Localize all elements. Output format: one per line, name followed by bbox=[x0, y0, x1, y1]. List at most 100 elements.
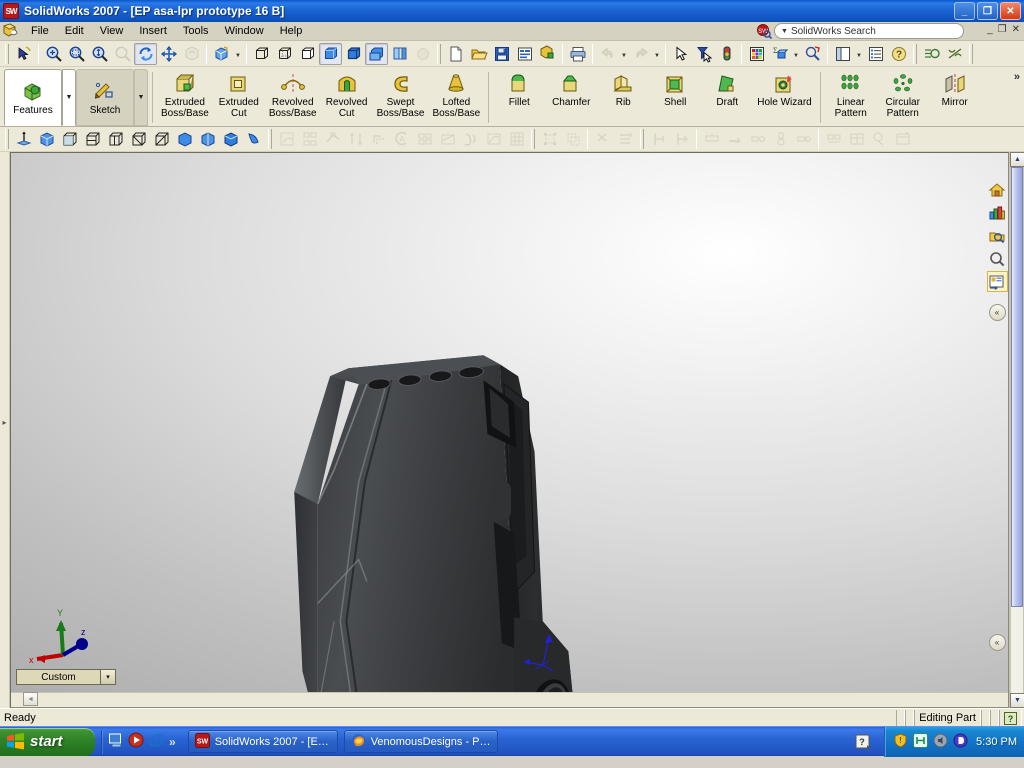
undo-dropdown[interactable]: ▼ bbox=[619, 43, 629, 65]
print-icon[interactable] bbox=[566, 43, 589, 65]
display-style-wireframe-icon[interactable] bbox=[250, 43, 273, 65]
standard-views-iso-icon[interactable] bbox=[173, 128, 196, 150]
status-help-button[interactable]: ? bbox=[999, 710, 1022, 726]
measure-icon[interactable]: Σ bbox=[768, 43, 791, 65]
shadows-icon[interactable] bbox=[411, 43, 434, 65]
configuration-dropdown-arrow[interactable]: ▾ bbox=[100, 670, 115, 684]
revolved-boss-base-button[interactable]: Revolved Boss/Base bbox=[265, 69, 321, 126]
pan-icon[interactable] bbox=[157, 43, 180, 65]
viewport-vertical-scrollbar[interactable]: ▲ ▼ bbox=[1009, 152, 1024, 708]
task-firefox[interactable]: VenomousDesigns - P… bbox=[343, 730, 498, 753]
new-motion-study-icon[interactable] bbox=[723, 128, 746, 150]
measure-dropdown[interactable]: ▼ bbox=[791, 43, 801, 65]
mirror-entities-icon[interactable] bbox=[413, 128, 436, 150]
draft-button[interactable]: Draft bbox=[701, 69, 753, 126]
toolbar-grip[interactable] bbox=[969, 43, 973, 64]
feature-manager-expand-handle[interactable]: ▸ bbox=[1, 407, 8, 437]
pack-and-go-icon[interactable] bbox=[536, 43, 559, 65]
realview-graphics-icon[interactable] bbox=[388, 43, 411, 65]
convert-entities-icon[interactable]: A bbox=[390, 128, 413, 150]
interference-detection-icon[interactable] bbox=[700, 128, 723, 150]
media-player-icon[interactable] bbox=[128, 732, 144, 751]
display-style-shaded-icon[interactable] bbox=[319, 42, 342, 65]
start-button[interactable]: start bbox=[0, 727, 95, 756]
display-manager-panel-icon[interactable] bbox=[987, 202, 1008, 223]
display-manager-dropdown[interactable]: ▼ bbox=[854, 43, 864, 65]
window-close-button[interactable]: ✕ bbox=[1000, 2, 1021, 20]
standard-views-back-icon[interactable] bbox=[58, 128, 81, 150]
zoom-in-out-icon[interactable] bbox=[88, 43, 111, 65]
assembly-mate-icon[interactable] bbox=[591, 128, 614, 150]
scroll-up-button[interactable]: ▲ bbox=[1010, 152, 1024, 167]
redo-icon[interactable] bbox=[629, 43, 652, 65]
hole-wizard-button[interactable]: Hole Wizard bbox=[753, 69, 815, 126]
mirror-button[interactable]: Mirror bbox=[929, 69, 981, 126]
scroll-down-button[interactable]: ▼ bbox=[1010, 693, 1024, 708]
zoom-to-selection-icon[interactable] bbox=[111, 43, 134, 65]
circular-pattern-button[interactable]: Circular Pattern bbox=[877, 69, 929, 126]
rib-button[interactable]: Rib bbox=[597, 69, 649, 126]
quicklaunch-overflow-icon[interactable]: » bbox=[169, 735, 176, 749]
tray-volume-icon[interactable] bbox=[933, 733, 948, 751]
part-model-3d[interactable] bbox=[11, 153, 1008, 707]
smart-fasteners-icon[interactable] bbox=[822, 128, 845, 150]
extruded-cut-button[interactable]: Extruded Cut bbox=[213, 69, 265, 126]
fillet-button[interactable]: Fillet bbox=[493, 69, 545, 126]
menu-item-view[interactable]: View bbox=[92, 23, 132, 40]
chamfer-button[interactable]: Chamfer bbox=[545, 69, 597, 126]
custom-properties-icon[interactable] bbox=[986, 271, 1008, 292]
toolbar-grip[interactable] bbox=[640, 129, 644, 149]
construction-geometry-icon[interactable] bbox=[482, 128, 505, 150]
graphics-viewport[interactable]: x Y z « « Custom ▾ ◄ bbox=[10, 152, 1009, 708]
view-orientation-icon[interactable] bbox=[210, 43, 233, 65]
reference-geometry-icon[interactable] bbox=[12, 128, 35, 150]
display-style-shaded-with-edges-icon[interactable] bbox=[342, 43, 365, 65]
tab-sketch-caret[interactable]: ▼ bbox=[134, 69, 148, 126]
section-properties-icon[interactable] bbox=[801, 43, 824, 65]
tab-sketch[interactable]: Sketch bbox=[76, 69, 134, 126]
lofted-boss-base-button[interactable]: Lofted Boss/Base bbox=[428, 69, 484, 126]
toolbar-grip[interactable] bbox=[5, 43, 9, 64]
bill-of-materials-icon[interactable] bbox=[845, 128, 868, 150]
search-dropdown-caret[interactable]: ▼ bbox=[781, 28, 788, 35]
open-document-icon[interactable] bbox=[467, 43, 490, 65]
linear-sketch-pattern-icon[interactable] bbox=[344, 128, 367, 150]
standard-views-front-icon[interactable] bbox=[35, 128, 58, 150]
save-icon[interactable] bbox=[490, 43, 513, 65]
shell-button[interactable]: Shell bbox=[649, 69, 701, 126]
search-panel-icon[interactable] bbox=[987, 248, 1008, 269]
scroll-thumb[interactable] bbox=[1011, 167, 1023, 607]
appearances-icon[interactable] bbox=[987, 225, 1008, 246]
internet-explorer-icon[interactable]: e bbox=[148, 732, 165, 752]
display-grid-icon[interactable] bbox=[505, 128, 528, 150]
add-relation-icon[interactable] bbox=[321, 128, 344, 150]
viewport-panel-collapse-top[interactable]: « bbox=[988, 304, 1006, 321]
standard-views-left-icon[interactable] bbox=[81, 128, 104, 150]
toolbar-grip[interactable] bbox=[5, 129, 9, 149]
command-manager-overflow[interactable]: » bbox=[1014, 71, 1020, 83]
simulation-icon[interactable] bbox=[746, 128, 769, 150]
tray-network-icon[interactable] bbox=[913, 733, 929, 751]
3d-drawing-view-icon[interactable] bbox=[180, 43, 203, 65]
rotate-component-icon[interactable] bbox=[647, 128, 670, 150]
smart-dimension-icon[interactable] bbox=[298, 128, 321, 150]
display-manager-icon[interactable] bbox=[831, 43, 854, 65]
toolbar-grip[interactable] bbox=[531, 129, 535, 149]
menu-item-tools[interactable]: Tools bbox=[175, 23, 217, 40]
rotate-view-icon[interactable] bbox=[134, 42, 157, 65]
search-input[interactable]: ▼ SolidWorks Search bbox=[774, 23, 964, 39]
display-style-hidden-lines-removed-icon[interactable] bbox=[296, 43, 319, 65]
tray-update-icon[interactable] bbox=[953, 733, 968, 751]
view-home-icon[interactable] bbox=[987, 179, 1008, 200]
balloon-icon[interactable] bbox=[868, 128, 891, 150]
filter-icon[interactable] bbox=[692, 43, 715, 65]
trim-entities-icon[interactable] bbox=[436, 128, 459, 150]
linear-pattern-button[interactable]: Linear Pattern bbox=[825, 69, 877, 126]
scroll-track[interactable] bbox=[1010, 167, 1024, 693]
feature-manager-collapsed-panel[interactable]: ▸ bbox=[0, 152, 10, 708]
document-close-button[interactable]: ✕ bbox=[1012, 24, 1020, 35]
copy-entities-icon[interactable] bbox=[561, 128, 584, 150]
viewport-panel-collapse-bottom[interactable]: « bbox=[988, 634, 1006, 651]
edit-appearance-icon[interactable] bbox=[745, 43, 768, 65]
toolbar-grip[interactable] bbox=[268, 129, 272, 149]
